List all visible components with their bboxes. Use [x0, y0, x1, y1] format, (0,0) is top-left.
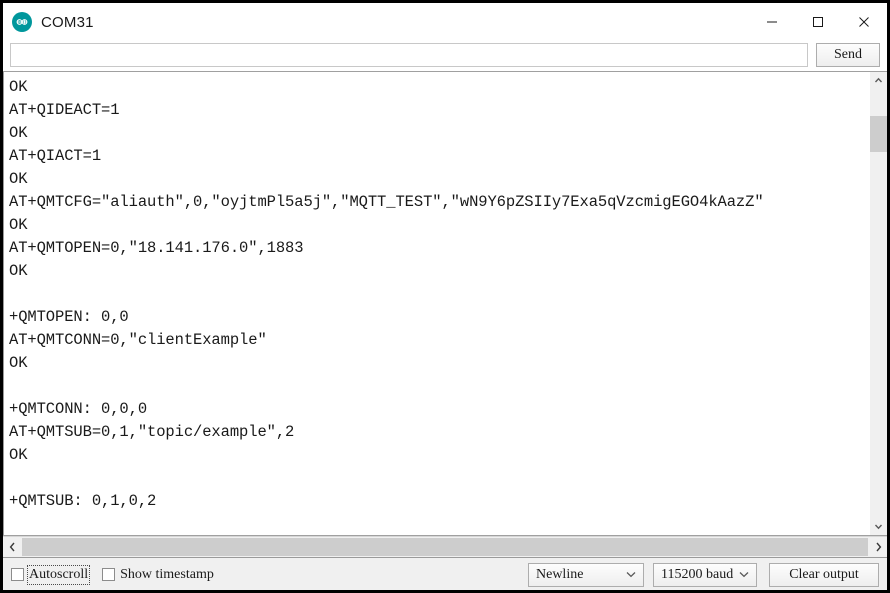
window-title: COM31: [41, 13, 94, 31]
baud-rate-dropdown[interactable]: 115200 baud: [653, 562, 757, 587]
send-bar: Send: [3, 41, 887, 71]
chevron-up-icon: [874, 77, 883, 83]
baud-rate-value: 115200 baud: [661, 566, 734, 582]
clear-output-button[interactable]: Clear output: [769, 562, 879, 587]
title-bar: COM31: [3, 3, 887, 41]
scroll-down-button[interactable]: [870, 518, 887, 535]
line-ending-dropdown[interactable]: Newline: [528, 562, 644, 587]
vertical-scrollbar[interactable]: [869, 72, 887, 535]
scroll-right-button[interactable]: [869, 537, 887, 557]
chevron-down-icon: [622, 571, 640, 578]
window-controls: [749, 3, 887, 41]
arduino-logo-icon: [12, 12, 32, 32]
serial-output-text: OK AT+QIDEACT=1 OK AT+QIACT=1 OK AT+QMTC…: [9, 78, 764, 510]
send-input[interactable]: [10, 42, 808, 67]
close-button[interactable]: [841, 3, 887, 41]
show-timestamp-label[interactable]: Show timestamp: [120, 567, 214, 583]
close-icon: [859, 17, 869, 27]
autoscroll-checkbox-group[interactable]: Autoscroll: [11, 564, 91, 585]
send-button[interactable]: Send: [816, 42, 880, 67]
serial-monitor-window: COM31 Send OK AT+QIDEACT=1 OK AT+QIACT=1…: [0, 0, 890, 593]
serial-output-area[interactable]: OK AT+QIDEACT=1 OK AT+QIACT=1 OK AT+QMTC…: [3, 72, 869, 535]
autoscroll-checkbox[interactable]: [11, 568, 24, 581]
horizontal-scrollbar-thumb[interactable]: [22, 538, 868, 556]
minimize-button[interactable]: [749, 3, 795, 41]
minimize-icon: [767, 21, 777, 23]
chevron-left-icon: [9, 542, 15, 552]
chevron-right-icon: [875, 542, 881, 552]
vertical-scrollbar-thumb[interactable]: [870, 116, 887, 152]
maximize-icon: [813, 17, 823, 27]
serial-output-panel: OK AT+QIDEACT=1 OK AT+QIACT=1 OK AT+QMTC…: [3, 71, 887, 536]
horizontal-scrollbar[interactable]: [3, 536, 887, 558]
show-timestamp-checkbox-group[interactable]: Show timestamp: [102, 567, 214, 583]
status-bar: Autoscroll Show timestamp Newline 115200…: [3, 558, 887, 590]
autoscroll-label[interactable]: Autoscroll: [26, 564, 91, 585]
maximize-button[interactable]: [795, 3, 841, 41]
chevron-down-icon: [874, 524, 883, 530]
chevron-down-icon: [735, 571, 753, 578]
scroll-up-button[interactable]: [870, 72, 887, 89]
show-timestamp-checkbox[interactable]: [102, 568, 116, 581]
line-ending-value: Newline: [536, 566, 584, 582]
scroll-left-button[interactable]: [3, 537, 21, 557]
